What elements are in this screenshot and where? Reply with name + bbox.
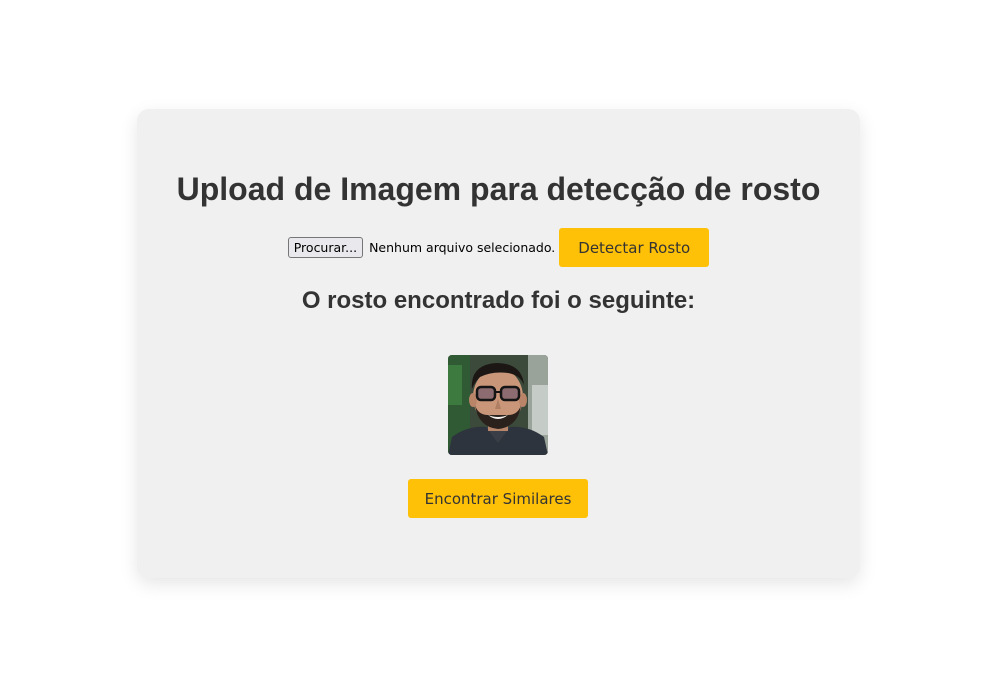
- page-title: Upload de Imagem para detecção de rosto: [176, 171, 821, 207]
- upload-row: Procurar... Nenhum arquivo selecionado. …: [137, 228, 860, 267]
- find-similar-button[interactable]: Encontrar Similares: [408, 479, 588, 518]
- browse-button[interactable]: Procurar...: [287, 237, 364, 258]
- result-heading: O rosto encontrado foi o seguinte:: [301, 287, 696, 314]
- upload-card: Upload de Imagem para detecção de rosto …: [137, 109, 860, 578]
- file-status-text: Nenhum arquivo selecionado.: [369, 240, 556, 255]
- detect-face-button[interactable]: Detectar Rosto: [559, 228, 710, 267]
- detected-face-image: [448, 355, 548, 455]
